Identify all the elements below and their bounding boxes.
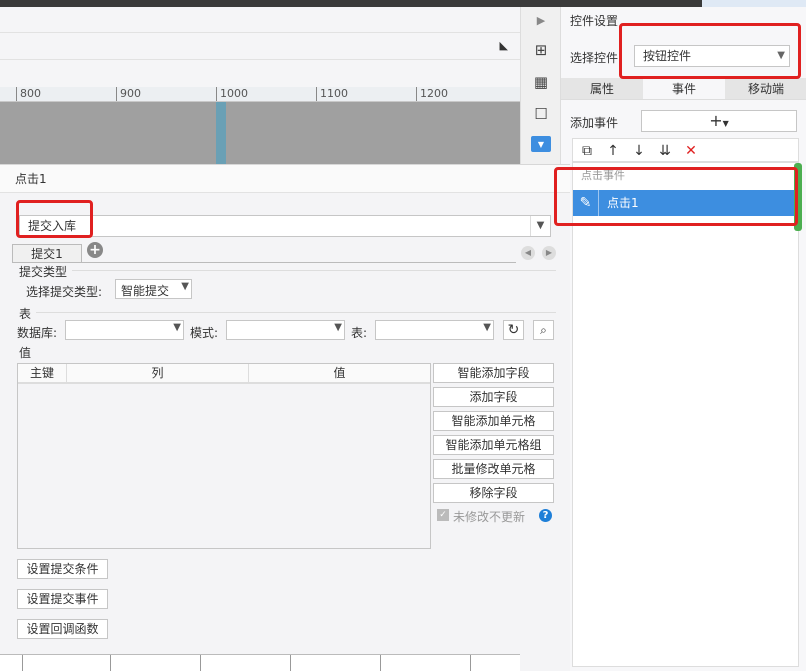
chevron-down-icon: ▼ — [483, 322, 491, 333]
divider — [72, 270, 556, 271]
smart-add-cell-group-button[interactable]: 智能添加单元格组 — [433, 435, 554, 455]
set-callback-button[interactable]: 设置回调函数 — [17, 619, 108, 639]
move-up-icon[interactable]: ↑ — [603, 141, 623, 161]
delete-icon[interactable]: ✕ — [681, 141, 701, 161]
widget-settings-panel: 控件设置 选择控件 按钮控件 ▼ 属性 事件 移动端 添加事件 +▼ ⧉ ↑ ↓… — [560, 7, 806, 671]
submit-type-heading: 提交类型 — [19, 265, 68, 279]
database-select[interactable]: ▼ — [65, 320, 184, 340]
column-header-column: 列 — [67, 364, 249, 382]
table-label: 表: — [351, 326, 368, 340]
move-down-icon[interactable]: ↓ — [629, 141, 649, 161]
remove-field-button[interactable]: 移除字段 — [433, 483, 554, 503]
layout-icon[interactable]: ⊞ — [531, 40, 551, 60]
event-list: 点击事件 ✎ 点击1 — [572, 162, 799, 667]
set-submit-condition-button[interactable]: 设置提交条件 — [17, 559, 108, 579]
app-window: ◣ 800 900 1000 1100 1200 ▶ ⊞ ▦ ☐ ▼ 控件设置 … — [0, 0, 806, 671]
panel-title: 控件设置 — [570, 14, 619, 28]
grid-line — [22, 655, 23, 671]
column-header-key: 主键 — [18, 364, 67, 382]
canvas-toolbar: ◣ — [0, 32, 520, 60]
help-icon[interactable]: ? — [539, 509, 552, 522]
grid-line — [110, 655, 111, 671]
event-toolbar: ⧉ ↑ ↓ ⇊ ✕ — [572, 138, 799, 162]
corner-arrow-icon[interactable]: ◣ — [500, 39, 508, 52]
smart-add-cell-button[interactable]: 智能添加单元格 — [433, 411, 554, 431]
tab-events[interactable]: 事件 — [643, 78, 725, 99]
batch-modify-cells-button[interactable]: 批量修改单元格 — [433, 459, 554, 479]
add-event-button[interactable]: +▼ — [641, 110, 797, 132]
ruler-tick: 1100 — [316, 87, 348, 101]
chevron-down-icon: ▼ — [530, 216, 550, 236]
copy-icon[interactable]: ⧉ — [577, 141, 597, 161]
column-header-value: 值 — [333, 366, 346, 380]
info-table-icon[interactable]: ▦ — [531, 72, 551, 92]
collapse-arrow-icon[interactable]: ▶ — [531, 10, 551, 30]
preview-table-icon[interactable]: ⌕ — [533, 320, 554, 340]
frame-icon[interactable]: ☐ — [531, 104, 551, 124]
no-update-checkbox[interactable]: ✓ — [437, 509, 449, 521]
add-event-label: 添加事件 — [570, 116, 619, 130]
refresh-icon[interactable]: ↻ — [503, 320, 524, 340]
next-tab-icon[interactable]: ▶ — [542, 246, 556, 260]
submit-type-value: 智能提交 — [121, 284, 170, 298]
sheet-grid-bottom — [0, 654, 520, 671]
ruler-tick: 1200 — [416, 87, 448, 101]
ruler-tick: 1000 — [216, 87, 248, 101]
chevron-down-icon: ▼ — [173, 322, 181, 333]
tab-properties[interactable]: 属性 — [561, 78, 643, 99]
annotation-event-item — [554, 167, 798, 226]
grid-line — [200, 655, 201, 671]
table-heading: 表 — [19, 307, 32, 321]
plus-icon: + — [709, 111, 723, 130]
mode-label: 模式: — [190, 326, 219, 340]
chevron-down-icon: ▼ — [334, 322, 342, 333]
submit-type-label: 选择提交类型: — [26, 285, 103, 299]
select-widget-label: 选择控件 — [570, 51, 619, 65]
move-bottom-icon[interactable]: ⇊ — [655, 141, 675, 161]
ruler-tick: 900 — [116, 87, 141, 101]
annotation-action-type — [16, 200, 93, 238]
button-widget-icon[interactable]: ▼ — [531, 136, 551, 152]
tab-mobile[interactable]: 移动端 — [725, 78, 806, 99]
divider — [36, 312, 556, 313]
vertical-toolbar: ▶ ⊞ ▦ ☐ ▼ — [520, 7, 560, 165]
smart-add-field-button[interactable]: 智能添加字段 — [433, 363, 554, 383]
value-heading: 值 — [19, 346, 32, 360]
horizontal-ruler: 800 900 1000 1100 1200 — [0, 87, 520, 102]
set-submit-event-button[interactable]: 设置提交事件 — [17, 589, 108, 609]
no-update-label: 未修改不更新 — [453, 510, 526, 524]
canvas-gray-area[interactable] — [0, 102, 520, 164]
action-type-select[interactable]: 提交入库 ▼ — [19, 215, 551, 237]
tab-submit-1[interactable]: 提交1 — [12, 244, 82, 263]
add-tab-icon[interactable]: + — [87, 242, 103, 258]
prev-tab-icon[interactable]: ◀ — [521, 246, 535, 260]
mode-select[interactable]: ▼ — [226, 320, 345, 340]
grid-line — [290, 655, 291, 671]
grid-line — [470, 655, 471, 671]
active-menu-highlight — [702, 0, 806, 7]
selected-widget-marker[interactable] — [216, 102, 226, 164]
dialog-title: 点击1 — [0, 165, 570, 193]
field-table: 主键 列 值 — [17, 363, 431, 549]
table-select[interactable]: ▼ — [375, 320, 494, 340]
add-field-button[interactable]: 添加字段 — [433, 387, 554, 407]
chevron-down-icon: ▼ — [722, 119, 729, 128]
tab-divider — [12, 262, 516, 263]
settings-tabs: 属性 事件 移动端 — [561, 78, 806, 100]
database-label: 数据库: — [17, 326, 58, 340]
chevron-down-icon: ▼ — [181, 281, 189, 292]
event-edit-dialog: 点击1 提交入库 ▼ 提交1 + ◀ ▶ 提交类型 选择提交类型: 智能提交 ▼… — [0, 164, 570, 671]
ruler-tick: 800 — [16, 87, 41, 101]
table-header: 主键 列 值 — [18, 364, 430, 384]
annotation-widget-select — [619, 23, 801, 79]
grid-line — [380, 655, 381, 671]
top-menu-strip — [0, 0, 806, 7]
submit-type-select[interactable]: 智能提交 ▼ — [115, 279, 192, 299]
